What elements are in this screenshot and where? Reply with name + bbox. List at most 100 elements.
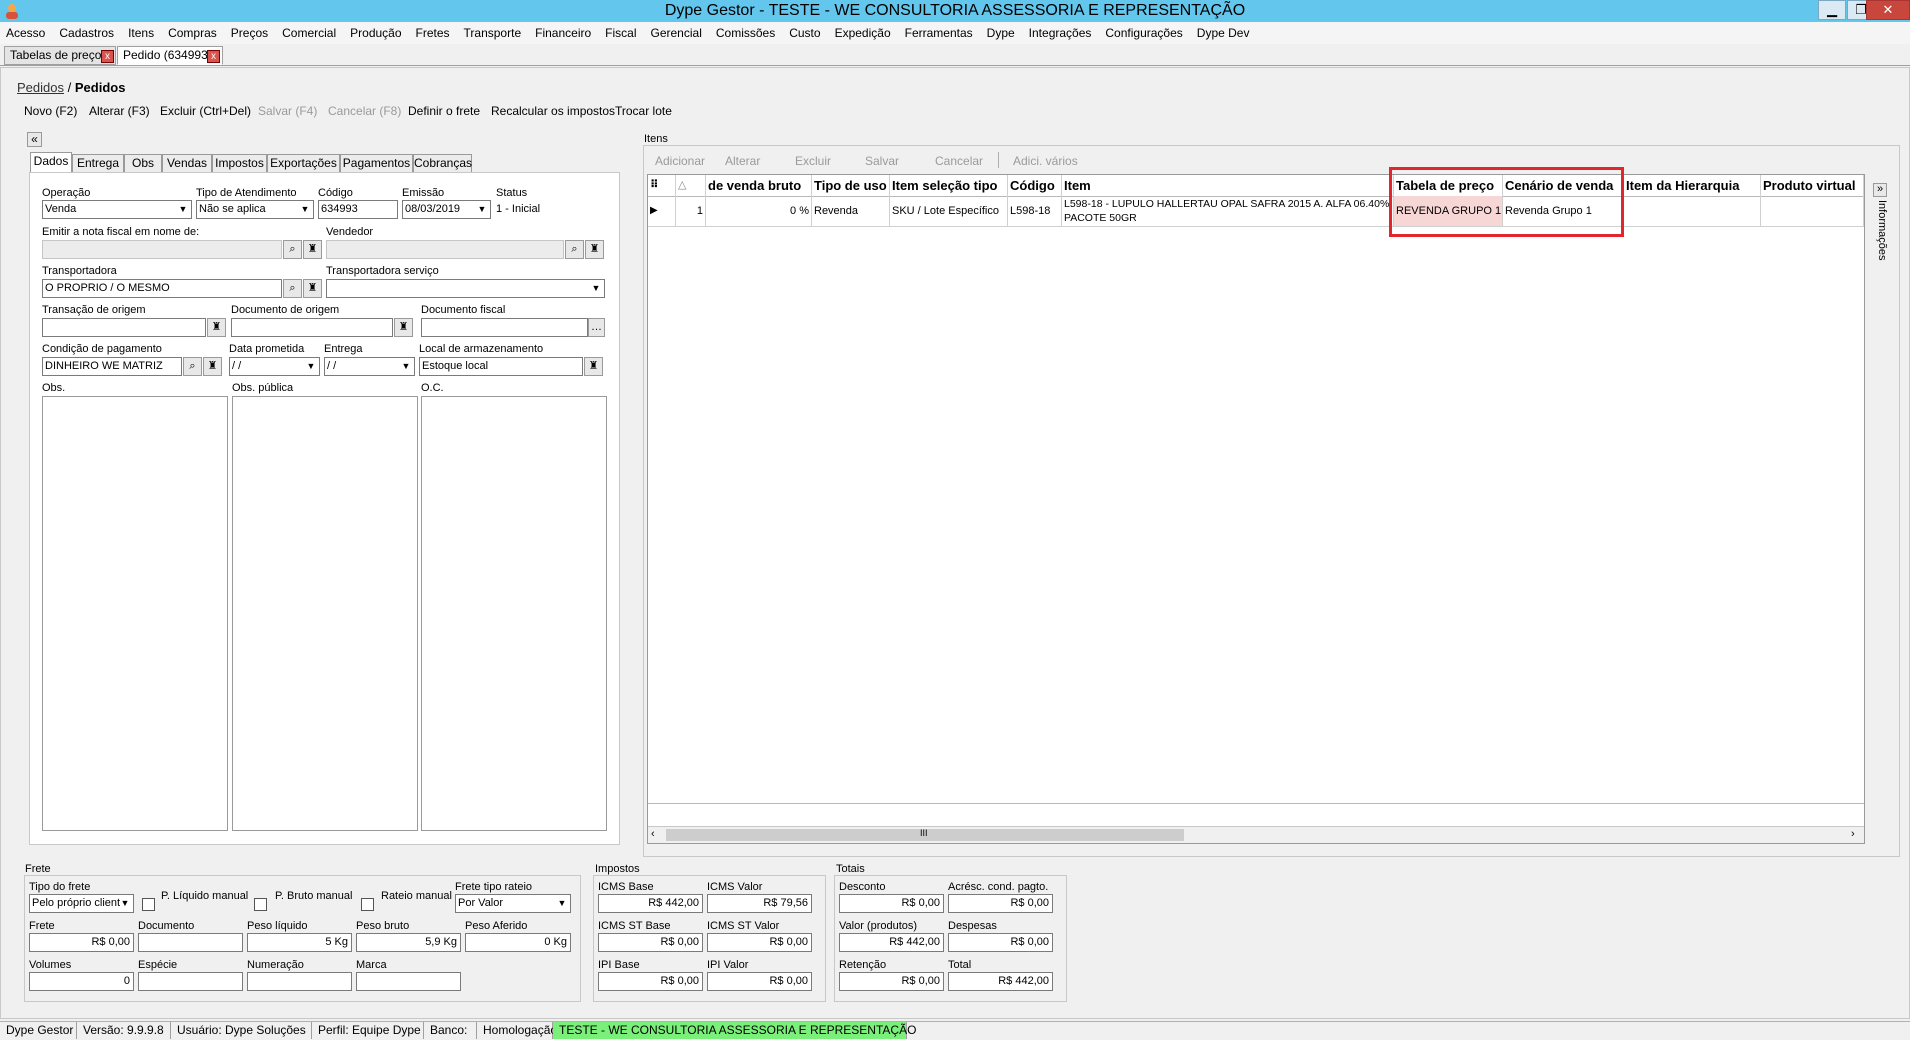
ipi-base-field[interactable]: R$ 0,00: [598, 972, 703, 991]
volumes-field[interactable]: 0: [29, 972, 134, 991]
icms-st-valor-field[interactable]: R$ 0,00: [707, 933, 812, 952]
marca-field[interactable]: [356, 972, 461, 991]
documento-field[interactable]: [138, 933, 243, 952]
data-prometida-field[interactable]: / / ▼: [229, 357, 320, 376]
menu-configuracoes[interactable]: Configurações: [1105, 26, 1182, 40]
salvar-button[interactable]: Salvar (F4): [258, 104, 317, 118]
p-liquido-checkbox[interactable]: [142, 898, 155, 911]
collapse-left-icon[interactable]: «: [27, 132, 42, 147]
menu-custo[interactable]: Custo: [789, 26, 820, 40]
emitir-nota-field[interactable]: [42, 240, 282, 259]
numeracao-field[interactable]: [247, 972, 352, 991]
col-codigo[interactable]: Código: [1008, 175, 1062, 196]
menu-producao[interactable]: Produção: [350, 26, 401, 40]
especie-field[interactable]: [138, 972, 243, 991]
obs-publica-textarea[interactable]: [232, 396, 418, 831]
binoculars-icon[interactable]: ♜: [203, 357, 222, 376]
column-menu-icon[interactable]: ⠿: [648, 175, 676, 196]
scroll-right-icon[interactable]: ›: [1851, 828, 1855, 840]
adicionar-varios-button[interactable]: Adici. vários: [1013, 154, 1078, 168]
close-icon[interactable]: x: [207, 50, 220, 63]
cell-item-selecao-tipo[interactable]: SKU / Lote Específico: [890, 196, 1008, 227]
cancelar-button[interactable]: Cancelar (F8): [328, 104, 401, 118]
documento-origem-field[interactable]: [231, 318, 393, 337]
cancelar-item-button[interactable]: Cancelar: [935, 154, 983, 168]
transportadora-servico-select[interactable]: ▼: [326, 279, 605, 298]
col-produto-virtual[interactable]: Produto virtual: [1761, 175, 1864, 196]
scroll-left-icon[interactable]: ‹: [651, 828, 655, 840]
condicao-pagamento-field[interactable]: DINHEIRO WE MATRIZ: [42, 357, 182, 376]
icms-base-field[interactable]: R$ 442,00: [598, 894, 703, 913]
retencao-field[interactable]: R$ 0,00: [839, 972, 944, 991]
ellipsis-icon[interactable]: …: [588, 318, 605, 337]
tab-exportacoes[interactable]: Exportações: [267, 154, 340, 172]
recalcular-impostos-button[interactable]: Recalcular os impostos: [491, 104, 615, 118]
menu-transporte[interactable]: Transporte: [464, 26, 522, 40]
binoculars-icon[interactable]: ♜: [207, 318, 226, 337]
tab-pedido[interactable]: Pedido (634993) x: [117, 46, 223, 65]
close-icon[interactable]: x: [101, 50, 114, 63]
peso-aferido-field[interactable]: 0 Kg: [465, 933, 571, 952]
minimize-button[interactable]: ▁: [1818, 0, 1846, 20]
menu-precos[interactable]: Preços: [231, 26, 268, 40]
peso-liquido-field[interactable]: 5 Kg: [247, 933, 352, 952]
col-item-hierarquia[interactable]: Item da Hierarquia: [1624, 175, 1761, 196]
tab-dados[interactable]: Dados: [30, 152, 72, 172]
vendedor-field[interactable]: [326, 240, 564, 259]
cell-produto-virtual[interactable]: [1761, 196, 1864, 227]
binoculars-icon[interactable]: ♜: [303, 279, 322, 298]
tab-pagamentos[interactable]: Pagamentos: [340, 154, 413, 172]
cell-item[interactable]: L598-18 - LUPULO HALLERTAU OPAL SAFRA 20…: [1062, 196, 1394, 227]
itens-grid[interactable]: [647, 174, 1865, 844]
acrescimo-field[interactable]: R$ 0,00: [948, 894, 1053, 913]
adicionar-button[interactable]: Adicionar: [655, 154, 705, 168]
menu-itens[interactable]: Itens: [128, 26, 154, 40]
transacao-origem-field[interactable]: [42, 318, 206, 337]
breadcrumb-link-pedidos[interactable]: Pedidos: [17, 80, 64, 95]
icms-valor-field[interactable]: R$ 79,56: [707, 894, 812, 913]
search-icon[interactable]: ⌕: [183, 357, 202, 376]
menu-fretes[interactable]: Fretes: [416, 26, 450, 40]
sort-indicator-icon[interactable]: △: [676, 175, 706, 196]
frete-tipo-rateio-select[interactable]: Por Valor ▼: [455, 894, 571, 913]
frete-field[interactable]: R$ 0,00: [29, 933, 134, 952]
cell-num[interactable]: 1: [676, 196, 706, 227]
scroll-thumb[interactable]: III: [666, 828, 1184, 841]
excluir-button[interactable]: Excluir (Ctrl+Del): [160, 104, 251, 118]
local-armazenamento-field[interactable]: Estoque local: [419, 357, 583, 376]
col-item[interactable]: Item: [1062, 175, 1394, 196]
col-venda-bruto[interactable]: de venda bruto: [706, 175, 812, 196]
rateio-checkbox[interactable]: [361, 898, 374, 911]
cell-tipo-uso[interactable]: Revenda: [812, 196, 890, 227]
icms-st-base-field[interactable]: R$ 0,00: [598, 933, 703, 952]
menu-compras[interactable]: Compras: [168, 26, 217, 40]
search-icon[interactable]: ⌕: [283, 279, 302, 298]
entrega-date-field[interactable]: / / ▼: [324, 357, 415, 376]
definir-frete-button[interactable]: Definir o frete: [408, 104, 480, 118]
valor-produtos-field[interactable]: R$ 442,00: [839, 933, 944, 952]
cell-item-hierarquia[interactable]: [1624, 196, 1761, 227]
alterar-button[interactable]: Alterar (F3): [89, 104, 150, 118]
search-icon[interactable]: ⌕: [283, 240, 302, 259]
close-window-button[interactable]: ✕: [1866, 0, 1910, 20]
expand-right-icon[interactable]: »: [1873, 183, 1887, 197]
transportadora-field[interactable]: O PROPRIO / O MESMO: [42, 279, 282, 298]
tab-obs[interactable]: Obs: [124, 154, 162, 172]
col-tipo-uso[interactable]: Tipo de uso: [812, 175, 890, 196]
novo-button[interactable]: Novo (F2): [24, 104, 77, 118]
desconto-field[interactable]: R$ 0,00: [839, 894, 944, 913]
menu-acesso[interactable]: Acesso: [6, 26, 45, 40]
cell-venda-bruto[interactable]: 0 %: [706, 196, 812, 227]
menu-ferramentas[interactable]: Ferramentas: [905, 26, 973, 40]
menu-comercial[interactable]: Comercial: [282, 26, 336, 40]
emissao-date-field[interactable]: 08/03/2019 ▼: [402, 200, 491, 219]
operacao-select[interactable]: Venda ▼: [42, 200, 192, 219]
tipo-atendimento-select[interactable]: Não se aplica ▼: [196, 200, 314, 219]
menu-financeiro[interactable]: Financeiro: [535, 26, 591, 40]
menu-gerencial[interactable]: Gerencial: [651, 26, 702, 40]
menu-cadastros[interactable]: Cadastros: [59, 26, 114, 40]
despesas-field[interactable]: R$ 0,00: [948, 933, 1053, 952]
menu-dype-dev[interactable]: Dype Dev: [1197, 26, 1250, 40]
informacoes-side-tab[interactable]: Informações: [1872, 200, 1888, 300]
ipi-valor-field[interactable]: R$ 0,00: [707, 972, 812, 991]
